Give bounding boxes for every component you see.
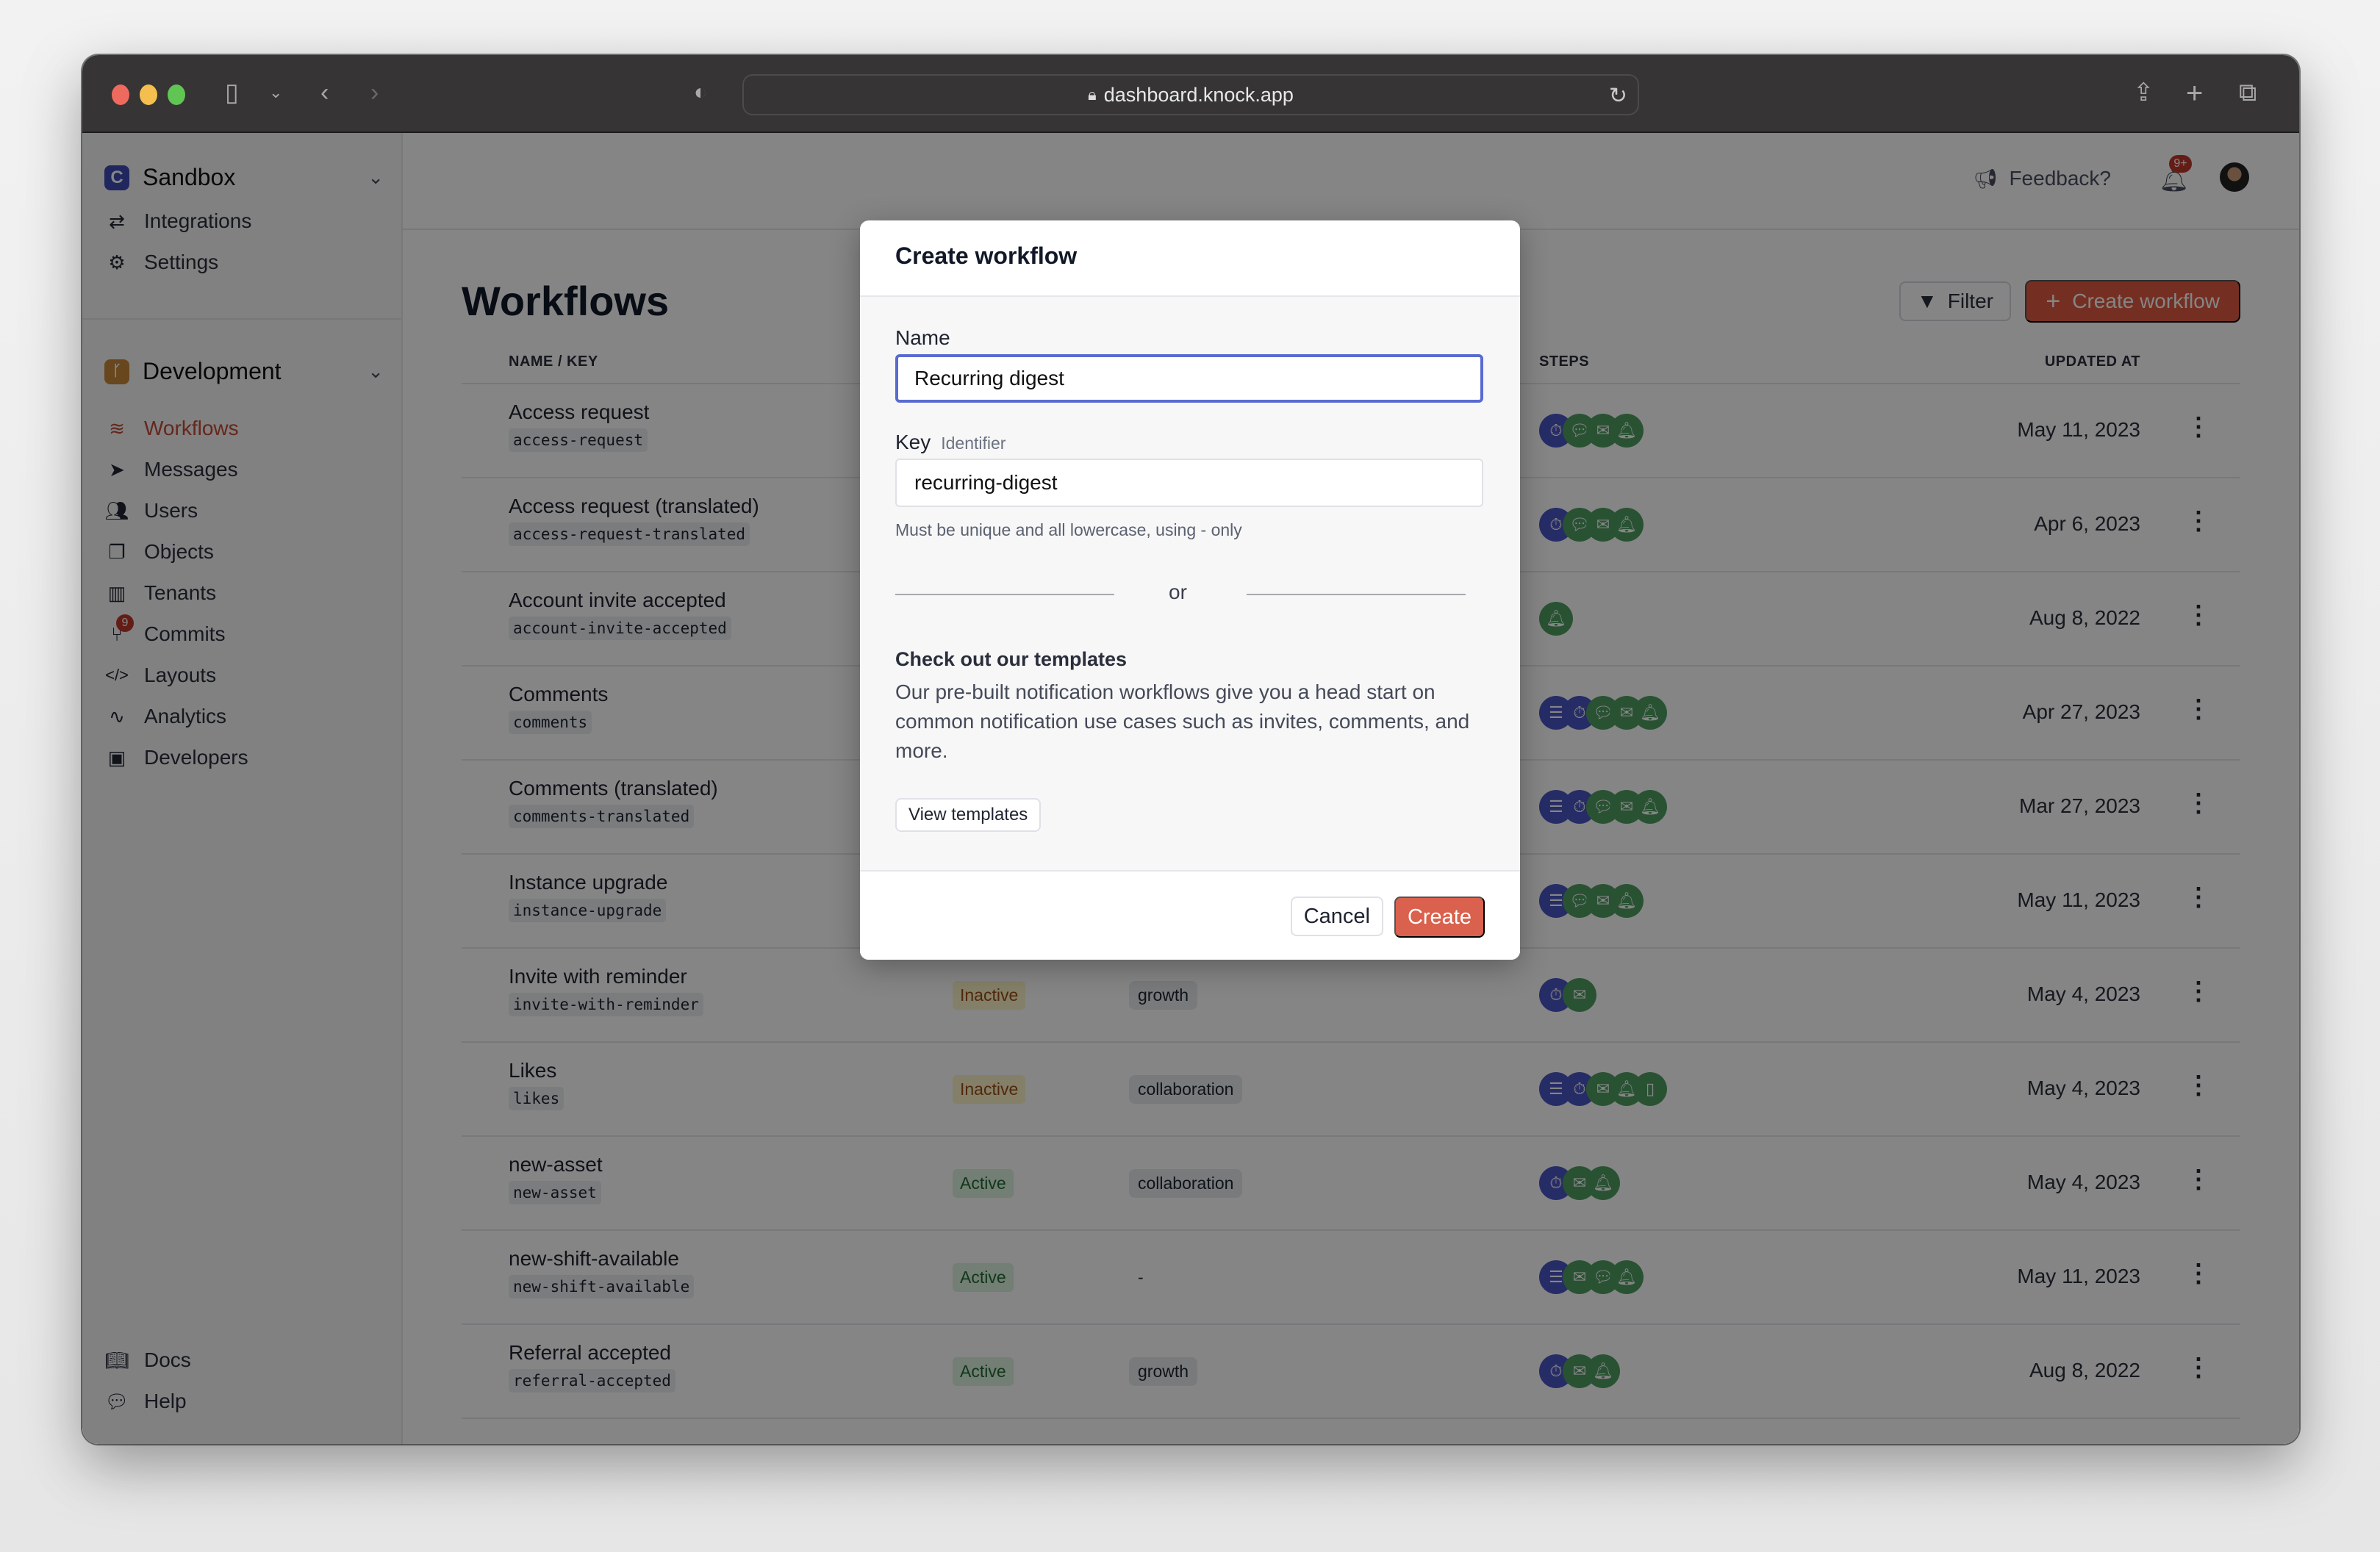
close-window-button[interactable] bbox=[112, 85, 129, 105]
modal-body: Name Recurring digest Key Identifier recu… bbox=[860, 297, 1520, 870]
divider bbox=[1247, 594, 1466, 595]
chevron-down-icon[interactable]: ⌄ bbox=[269, 85, 282, 101]
cancel-button[interactable]: Cancel bbox=[1290, 897, 1383, 936]
maximize-window-button[interactable] bbox=[168, 85, 185, 105]
share-icon[interactable]: ⇪ bbox=[2133, 80, 2154, 105]
modal-footer: Cancel Create bbox=[860, 870, 1520, 960]
minimize-window-button[interactable] bbox=[140, 85, 157, 105]
key-label-text: Key bbox=[895, 431, 931, 453]
modal-title: Create workflow bbox=[860, 220, 1520, 297]
key-sublabel: Identifier bbox=[941, 434, 1006, 453]
back-icon[interactable]: ‹ bbox=[320, 80, 329, 105]
create-workflow-modal: Create workflow Name Recurring digest Ke… bbox=[860, 220, 1520, 960]
divider bbox=[895, 594, 1114, 595]
templates-description: Our pre-built notification workflows giv… bbox=[895, 680, 1470, 762]
view-templates-button[interactable]: View templates bbox=[895, 798, 1042, 832]
browser-window: ▯ ⌄ ‹ › ◐ 🔒︎ dashboard.knock.app ↻ ⇪ + ⧉… bbox=[82, 55, 2299, 1444]
key-label: Key Identifier bbox=[895, 431, 1006, 454]
address-bar[interactable]: 🔒︎ dashboard.knock.app ↻ bbox=[742, 74, 1639, 115]
name-label: Name bbox=[895, 326, 950, 349]
shield-icon[interactable]: ◐ bbox=[694, 82, 707, 104]
lock-icon: 🔒︎ bbox=[1088, 85, 1097, 104]
new-tab-icon[interactable]: + bbox=[2186, 79, 2203, 108]
tabs-overview-icon[interactable]: ⧉ bbox=[2239, 80, 2257, 105]
reload-icon[interactable]: ↻ bbox=[1609, 83, 1627, 109]
templates-title: Check out our templates bbox=[895, 648, 1128, 670]
name-input[interactable]: Recurring digest bbox=[895, 354, 1483, 403]
or-text: or bbox=[1169, 581, 1187, 603]
forward-icon[interactable]: › bbox=[370, 80, 379, 105]
key-hint: Must be unique and all lowercase, using … bbox=[895, 520, 1242, 539]
sidebar-toggle-icon[interactable]: ▯ bbox=[225, 80, 239, 105]
key-input[interactable]: recurring-digest bbox=[895, 459, 1483, 507]
browser-toolbar: ▯ ⌄ ‹ › ◐ 🔒︎ dashboard.knock.app ↻ ⇪ + ⧉ bbox=[82, 55, 2299, 133]
url-text: dashboard.knock.app bbox=[1103, 83, 1294, 106]
create-button[interactable]: Create bbox=[1394, 897, 1485, 938]
